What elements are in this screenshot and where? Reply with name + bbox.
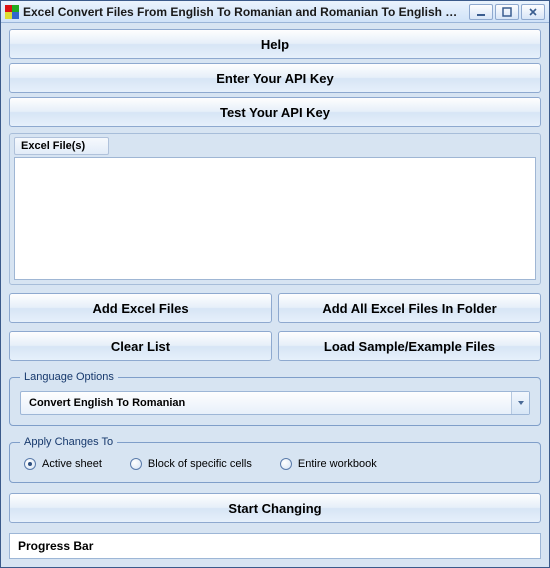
minimize-icon [476, 7, 486, 17]
add-all-in-folder-button[interactable]: Add All Excel Files In Folder [278, 293, 541, 323]
apply-radio-group: Active sheet Block of specific cells Ent… [20, 456, 530, 472]
language-options-group: Language Options Convert English To Roma… [9, 371, 541, 426]
close-icon [528, 7, 538, 17]
client-area: Help Enter Your API Key Test Your API Ke… [1, 23, 549, 567]
file-list[interactable] [14, 157, 536, 280]
language-combobox[interactable]: Convert English To Romanian [20, 391, 530, 415]
radio-entire-workbook[interactable]: Entire workbook [280, 458, 377, 470]
chevron-down-icon [511, 392, 529, 414]
minimize-button[interactable] [469, 4, 493, 20]
titlebar: Excel Convert Files From English To Roma… [1, 1, 549, 23]
start-changing-button[interactable]: Start Changing [9, 493, 541, 523]
window-title: Excel Convert Files From English To Roma… [23, 5, 463, 19]
language-options-legend: Language Options [20, 371, 118, 383]
radio-block-cells-label: Block of specific cells [148, 458, 252, 470]
window-controls [469, 4, 545, 20]
radio-block-cells[interactable]: Block of specific cells [130, 458, 252, 470]
progress-bar-label: Progress Bar [18, 539, 93, 553]
add-excel-files-button[interactable]: Add Excel Files [9, 293, 272, 323]
file-list-header[interactable]: Excel File(s) [14, 137, 109, 155]
test-api-key-button[interactable]: Test Your API Key [9, 97, 541, 127]
app-window: Excel Convert Files From English To Roma… [0, 0, 550, 568]
radio-active-sheet[interactable]: Active sheet [24, 458, 102, 470]
apply-changes-group: Apply Changes To Active sheet Block of s… [9, 436, 541, 483]
apply-changes-legend: Apply Changes To [20, 436, 117, 448]
help-button[interactable]: Help [9, 29, 541, 59]
radio-active-sheet-label: Active sheet [42, 458, 102, 470]
radio-dot-icon [24, 458, 36, 470]
radio-dot-icon [280, 458, 292, 470]
file-list-panel: Excel File(s) [9, 133, 541, 285]
maximize-icon [502, 7, 512, 17]
load-sample-files-button[interactable]: Load Sample/Example Files [278, 331, 541, 361]
app-icon [5, 5, 19, 19]
maximize-button[interactable] [495, 4, 519, 20]
radio-entire-workbook-label: Entire workbook [298, 458, 377, 470]
progress-bar: Progress Bar [9, 533, 541, 559]
language-combobox-value: Convert English To Romanian [21, 397, 511, 409]
enter-api-key-button[interactable]: Enter Your API Key [9, 63, 541, 93]
clear-list-button[interactable]: Clear List [9, 331, 272, 361]
radio-dot-icon [130, 458, 142, 470]
close-button[interactable] [521, 4, 545, 20]
